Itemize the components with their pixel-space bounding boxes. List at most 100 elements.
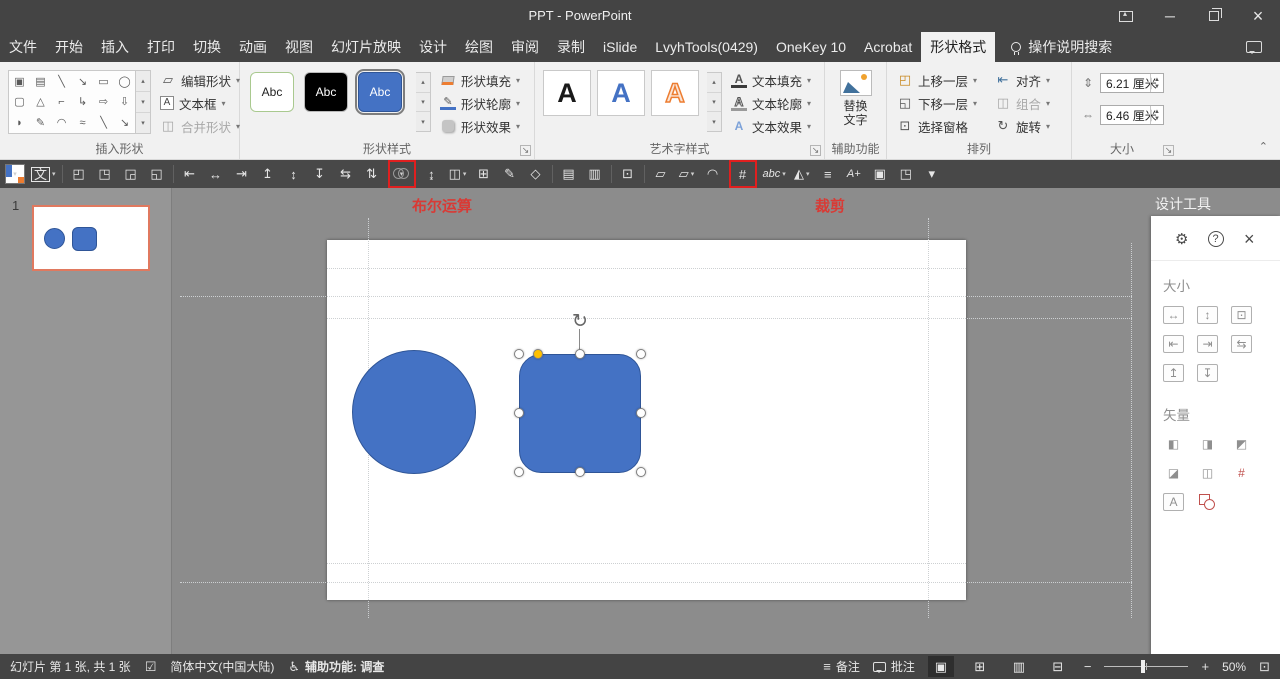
shape-style-thumb-3-selected[interactable]: Abc bbox=[358, 72, 402, 112]
wordart-thumb-1[interactable]: A bbox=[543, 70, 591, 116]
insert-placeholder-icon[interactable]: ▣ bbox=[870, 164, 890, 184]
height-stepper[interactable]: ▲▼ bbox=[1150, 74, 1163, 92]
align-top-edge-icon[interactable]: ↥ bbox=[1163, 364, 1184, 382]
boolean-combine-icon[interactable]: ◨ bbox=[1197, 435, 1218, 453]
text-fill-button[interactable]: A文本填充▾ bbox=[731, 69, 819, 91]
bring-to-front-icon[interactable]: ◰ bbox=[69, 164, 89, 184]
text-picture-layout-icon[interactable]: ▤ bbox=[559, 164, 579, 184]
tab-view[interactable]: 视图 bbox=[276, 32, 322, 62]
shape-rectangle-icon[interactable]: ▭ bbox=[93, 71, 114, 92]
text-box-button[interactable]: A文本框▾ bbox=[160, 92, 236, 114]
tab-print[interactable]: 打印 bbox=[138, 32, 184, 62]
change-case-icon[interactable]: abc▾ bbox=[763, 164, 786, 184]
tab-insert[interactable]: 插入 bbox=[92, 32, 138, 62]
ribbon-display-options-button[interactable] bbox=[1104, 0, 1148, 32]
align-middle-icon[interactable]: ↕ bbox=[284, 164, 304, 184]
collapse-ribbon-icon[interactable]: ⌃ bbox=[1259, 140, 1268, 153]
distribute-horizontal-icon[interactable]: ⇆ bbox=[336, 164, 356, 184]
gallery-down-icon[interactable]: ▾ bbox=[136, 92, 150, 113]
boolean-intersect-icon[interactable]: ◪ bbox=[1163, 464, 1184, 482]
accessibility-status[interactable]: ♿ 辅助功能: 调查 bbox=[288, 658, 384, 675]
shape-style-thumb-2[interactable]: Abc bbox=[304, 72, 348, 112]
align-left-icon[interactable]: ⇤ bbox=[180, 164, 200, 184]
merge-shapes-button[interactable]: ◫合并形状▾ bbox=[160, 115, 236, 137]
slideshow-view-button[interactable]: ⊟ bbox=[1045, 656, 1071, 677]
tab-design[interactable]: 设计 bbox=[410, 32, 456, 62]
font-style-icon[interactable]: 文▾ bbox=[31, 164, 56, 184]
tab-record[interactable]: 录制 bbox=[548, 32, 594, 62]
help-icon[interactable]: ? bbox=[1205, 228, 1227, 250]
shape-elbow-connector-icon[interactable]: ⌐ bbox=[51, 92, 72, 113]
tell-me-search[interactable]: 操作说明搜索 bbox=[1011, 32, 1112, 62]
freeform-icon[interactable]: ◠ bbox=[703, 164, 723, 184]
language-indicator[interactable]: 简体中文(中国大陆) bbox=[170, 658, 274, 675]
more-tools-icon[interactable]: ▾ bbox=[922, 164, 942, 184]
bring-forward-button[interactable]: ◰上移一层▾ bbox=[897, 69, 989, 91]
scale-icon[interactable]: ⊡ bbox=[1231, 306, 1252, 324]
styles-down-icon[interactable]: ▾ bbox=[416, 93, 430, 113]
copy-attributes-icon[interactable]: ⊞ bbox=[474, 164, 494, 184]
text-outline-button[interactable]: A文本轮廓▾ bbox=[731, 92, 819, 114]
layers-icon[interactable]: ◳ bbox=[896, 164, 916, 184]
shape-effects-button[interactable]: 形状效果▾ bbox=[440, 115, 530, 137]
bring-forward-icon[interactable]: ◲ bbox=[121, 164, 141, 184]
wordart-dialog-launcher[interactable]: ↘ bbox=[810, 145, 821, 156]
close-button[interactable]: × bbox=[1236, 0, 1280, 32]
zoom-out-button[interactable]: − bbox=[1084, 659, 1092, 674]
text-effects-button[interactable]: A文本效果▾ bbox=[731, 115, 819, 137]
shape-arrow-line-icon[interactable]: ↘ bbox=[72, 71, 93, 92]
tab-transitions[interactable]: 切换 bbox=[184, 32, 230, 62]
shape-down-arrow-icon[interactable]: ⇩ bbox=[114, 92, 135, 113]
align-right-icon[interactable]: ⇥ bbox=[232, 164, 252, 184]
settings-gear-icon[interactable]: ⚙ bbox=[1171, 228, 1193, 250]
shape-rounded-rectangle-icon[interactable]: ▢ bbox=[9, 92, 30, 113]
three-d-format-icon[interactable]: ◇ bbox=[526, 164, 546, 184]
set-width-icon[interactable]: ↔ bbox=[1163, 306, 1184, 324]
adjust-handle-yellow[interactable] bbox=[533, 349, 543, 359]
format-painter-icon[interactable]: ✎ bbox=[500, 164, 520, 184]
align-top-icon[interactable]: ↥ bbox=[258, 164, 278, 184]
tab-onekey10[interactable]: OneKey 10 bbox=[767, 32, 855, 62]
wordart-thumb-2[interactable]: A bbox=[597, 70, 645, 116]
resize-handle-top-center[interactable] bbox=[575, 349, 585, 359]
add-text-icon[interactable]: A+ bbox=[844, 164, 864, 184]
notes-button[interactable]: ≡备注 bbox=[823, 658, 860, 675]
reading-view-button[interactable]: ▥ bbox=[1006, 656, 1032, 677]
shape-textbox-icon[interactable]: ▣ bbox=[9, 71, 30, 92]
shape-triangle-icon[interactable]: △ bbox=[30, 92, 51, 113]
resize-handle-bottom-right[interactable] bbox=[636, 467, 646, 477]
align-left-edge-icon[interactable]: ⇤ bbox=[1163, 335, 1184, 353]
resize-handle-top-left[interactable] bbox=[514, 349, 524, 359]
rotate-flip-icon[interactable]: ◭▾ bbox=[792, 164, 812, 184]
resize-handle-middle-right[interactable] bbox=[636, 408, 646, 418]
resize-handle-bottom-left[interactable] bbox=[514, 467, 524, 477]
send-to-back-icon[interactable]: ◳ bbox=[95, 164, 115, 184]
width-stepper[interactable]: ▲▼ bbox=[1150, 106, 1163, 124]
shape-scribble-icon[interactable]: ✎ bbox=[30, 112, 51, 133]
boolean-operations-icon[interactable]: ▾ bbox=[392, 164, 412, 184]
tab-file[interactable]: 文件 bbox=[0, 32, 46, 62]
tab-home[interactable]: 开始 bbox=[46, 32, 92, 62]
blue-rounded-square-shape-selected[interactable] bbox=[519, 354, 641, 473]
gallery-more-icon[interactable]: ▾ bbox=[136, 113, 150, 133]
styles-up-icon[interactable]: ▴ bbox=[416, 73, 430, 93]
align-bottom-edge-icon[interactable]: ↧ bbox=[1197, 364, 1218, 382]
minimize-button[interactable]: ─ bbox=[1148, 0, 1192, 32]
vector-crop-icon[interactable]: # bbox=[1231, 464, 1252, 482]
shape-outline-button[interactable]: 形状轮廓▾ bbox=[440, 92, 530, 114]
zoom-slider[interactable] bbox=[1104, 666, 1188, 667]
picture-text-layout-icon[interactable]: ▥ bbox=[585, 164, 605, 184]
align-center-icon[interactable]: ↔ bbox=[206, 164, 226, 184]
tab-lvyhtools[interactable]: LvyhTools(0429) bbox=[646, 32, 767, 62]
slide-1-thumbnail[interactable] bbox=[32, 205, 150, 271]
proofing-icon[interactable]: ☑ bbox=[145, 659, 157, 675]
zoom-slider-thumb[interactable] bbox=[1141, 660, 1145, 673]
shape-line-icon[interactable]: ╲ bbox=[51, 71, 72, 92]
shape-curve-icon[interactable]: ≈ bbox=[72, 112, 93, 133]
selection-pane-icon[interactable]: ⊡ bbox=[618, 164, 638, 184]
rotate-button[interactable]: ↻旋转▾ bbox=[995, 115, 1065, 137]
shape-arc-icon[interactable]: ◠ bbox=[51, 112, 72, 133]
theme-colors-icon[interactable]: ▾ bbox=[5, 164, 25, 184]
selection-pane-button[interactable]: ⊡选择窗格 bbox=[897, 115, 989, 137]
blue-circle-shape[interactable] bbox=[352, 350, 476, 474]
